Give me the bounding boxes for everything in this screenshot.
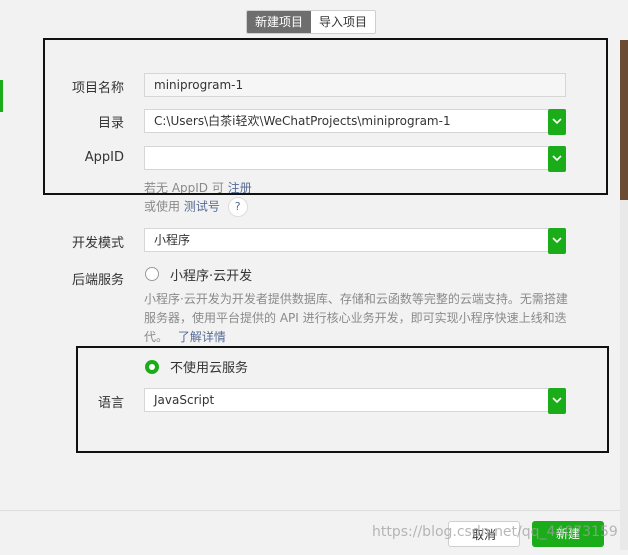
tab-import-project[interactable]: 导入项目 (311, 11, 375, 33)
radio-cloud-dev[interactable] (145, 267, 159, 281)
dev-mode-value: 小程序 (154, 233, 191, 247)
test-account-link[interactable]: 测试号 (184, 200, 220, 214)
annotation-box-top (43, 38, 608, 195)
watermark-text: https://blog.csdn.net/qq_44073159 (372, 524, 618, 540)
dev-mode-dropdown-button[interactable] (548, 228, 566, 254)
backend-label: 后端服务 (71, 273, 124, 288)
project-tabs: 新建项目 导入项目 (246, 10, 377, 34)
tab-new-project[interactable]: 新建项目 (247, 11, 312, 33)
dev-mode-label: 开发模式 (71, 236, 124, 251)
chevron-down-icon (552, 237, 562, 244)
test-hint-text: 或使用 (144, 199, 181, 214)
background-window-edge-lower (620, 200, 628, 550)
learn-more-link[interactable]: 了解详情 (178, 330, 226, 344)
annotation-box-bottom (76, 346, 609, 453)
cloud-dev-description: 小程序·云开发为开发者提供数据库、存储和云函数等完整的云端支持。无需搭建服务器，… (144, 290, 574, 347)
dev-mode-select[interactable]: 小程序 (144, 228, 566, 254)
test-account-hint: 或使用 测试号 ? (144, 197, 248, 217)
cloud-dev-option-label[interactable]: 小程序·云开发 (170, 265, 252, 284)
background-window-edge (620, 40, 628, 200)
help-icon[interactable]: ? (227, 197, 248, 217)
